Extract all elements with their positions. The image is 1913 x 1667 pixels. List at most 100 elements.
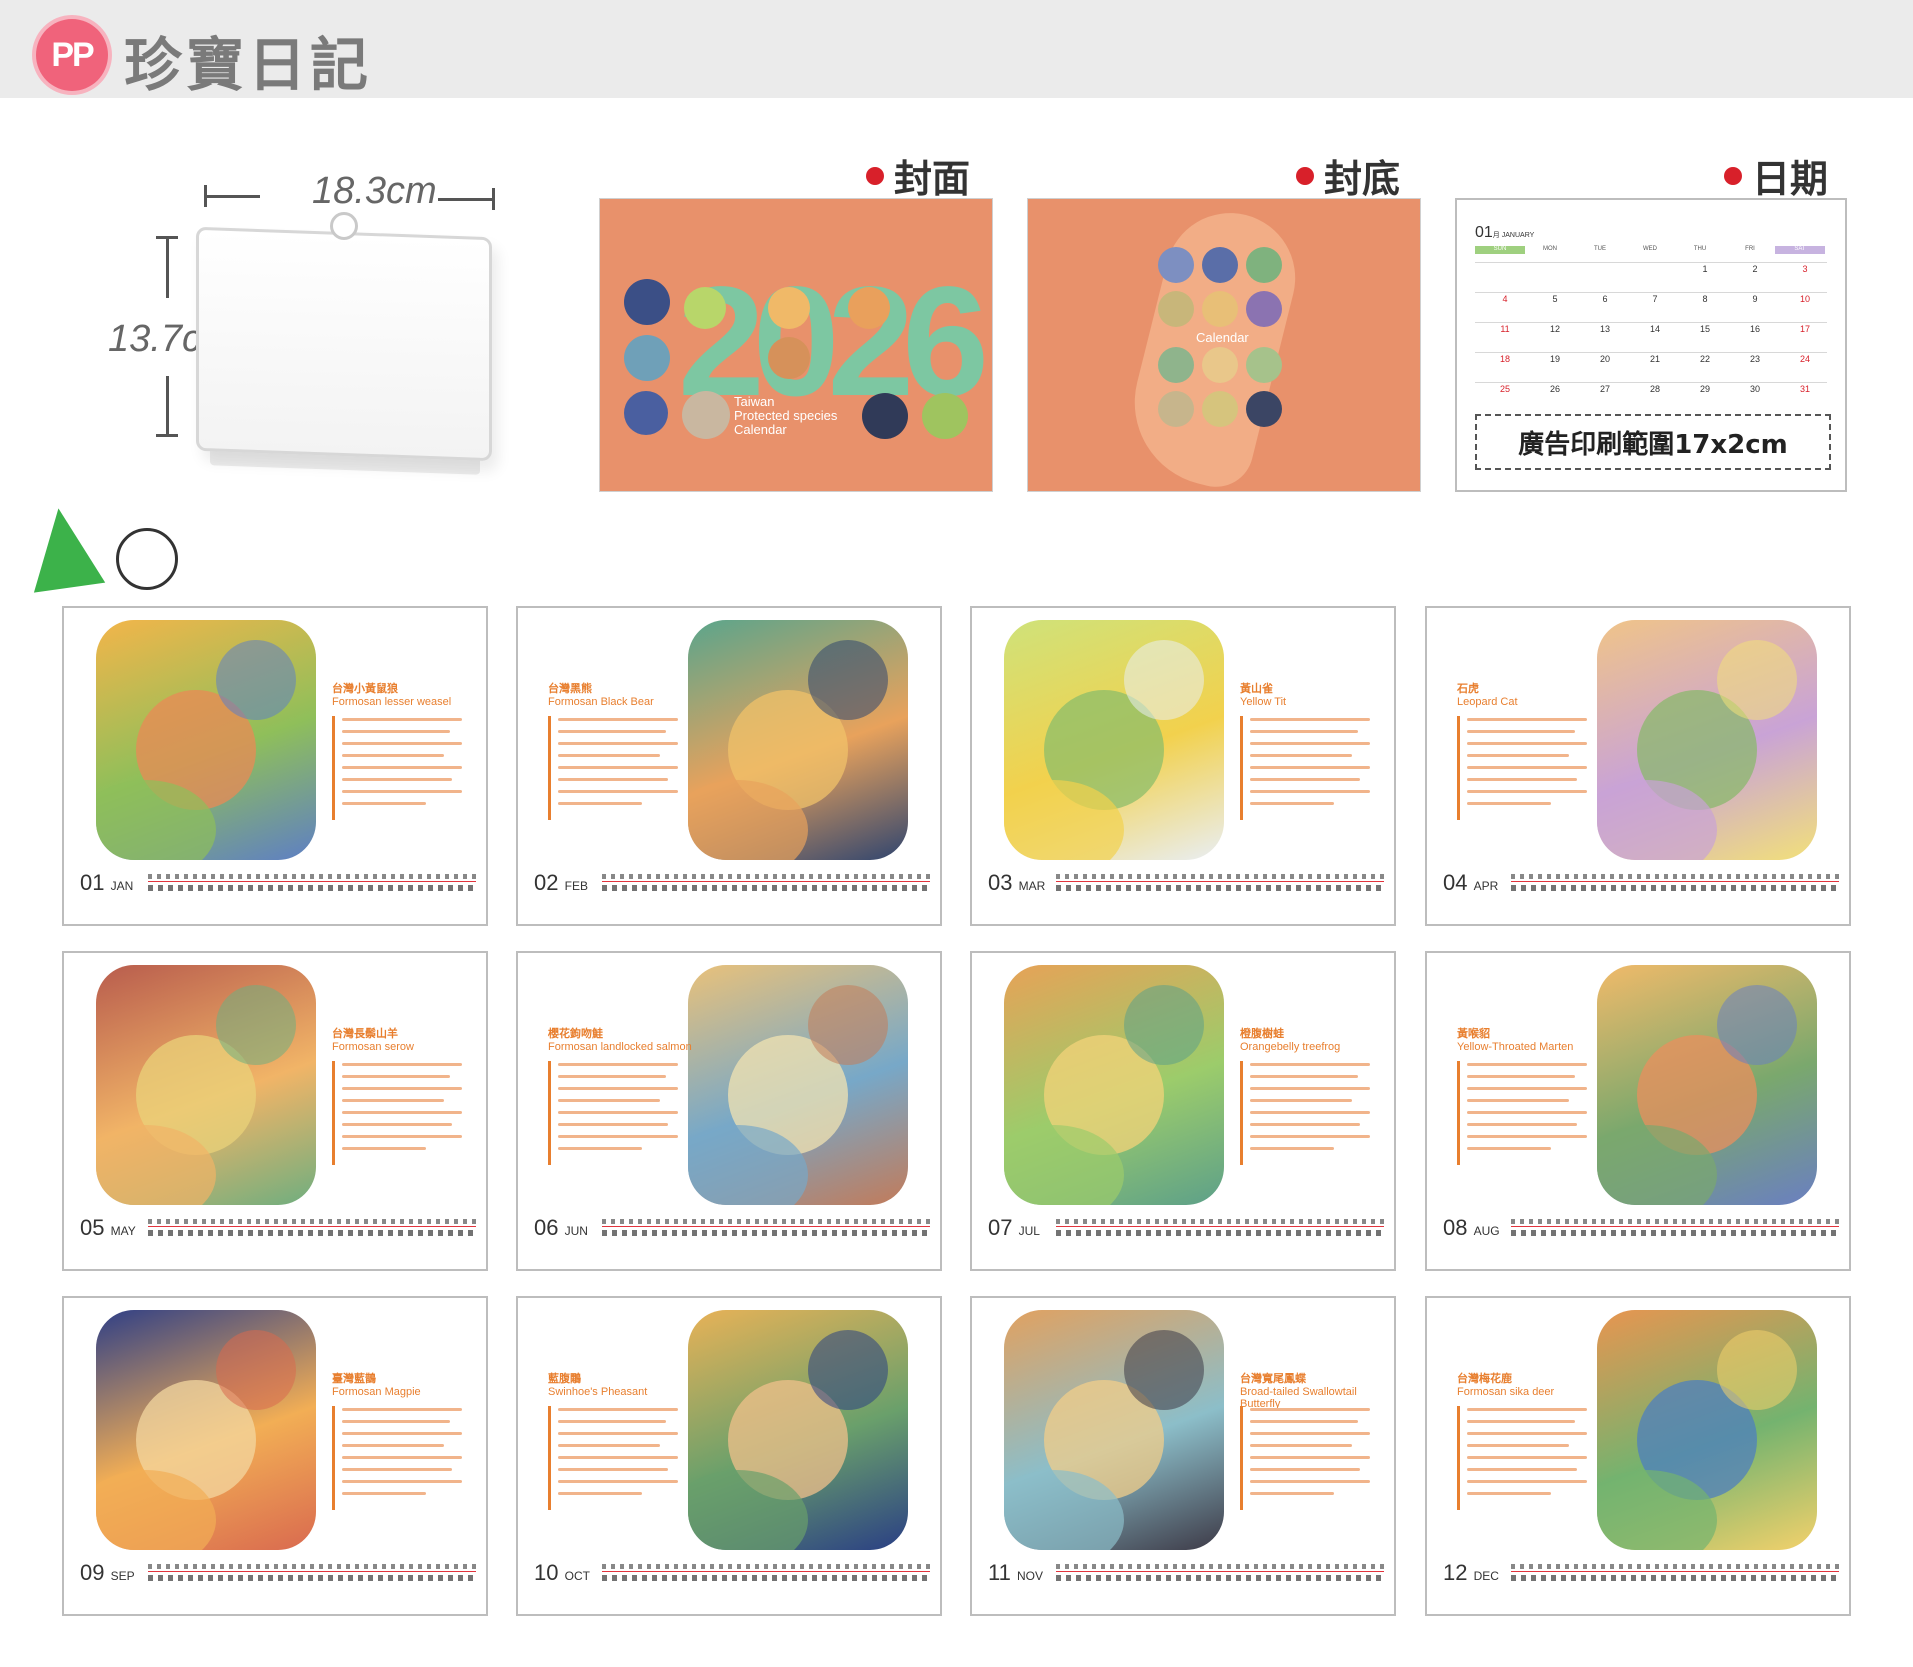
- weekday-header: MON: [1543, 246, 1557, 252]
- illustration-shape: [1124, 1330, 1204, 1410]
- species-illustration: [1597, 965, 1817, 1205]
- width-dimension-line-left: [204, 195, 260, 198]
- species-name-cn: 橙腹樹蛙: [1240, 1027, 1284, 1040]
- bullet-dot-icon: [1296, 166, 1314, 185]
- species-name-en: Swinhoe's Pheasant: [548, 1386, 648, 1398]
- month-page-mar: 黃山雀 Yellow Tit 03 MAR: [970, 606, 1396, 926]
- species-name-en: Formosan serow: [332, 1041, 414, 1053]
- taiwan-silhouette: [1117, 199, 1309, 491]
- illustration-shape: [808, 1330, 888, 1410]
- weekday-header: THU: [1693, 246, 1707, 252]
- species-name-cn: 台灣梅花鹿: [1457, 1372, 1512, 1385]
- date-cell: 6: [1602, 294, 1608, 304]
- description-accent-bar: [1240, 716, 1243, 820]
- month-page-oct: 藍腹鷴 Swinhoe's Pheasant 10 OCT: [516, 1296, 942, 1616]
- date-cell: 27: [1599, 384, 1610, 394]
- description-accent-bar: [1457, 1406, 1460, 1510]
- illustration-shape: [808, 985, 888, 1065]
- day-strip: [1511, 874, 1839, 896]
- description-accent-bar: [1457, 1061, 1460, 1165]
- species-illustration: [1004, 620, 1224, 860]
- day-strip: [1511, 1219, 1839, 1241]
- ad-print-area: 廣告印刷範圍17x2cm: [1475, 414, 1831, 470]
- date-cell: 3: [1802, 264, 1808, 274]
- width-label: 18.3cm: [312, 170, 437, 212]
- species-circle: [624, 391, 668, 435]
- date-cell: 19: [1549, 354, 1560, 364]
- species-circle: [1246, 291, 1282, 327]
- species-description: [342, 718, 462, 814]
- species-name-cn: 藍腹鷴: [548, 1372, 581, 1385]
- species-name-en: Formosan Black Bear: [548, 696, 654, 708]
- species-name-cn: 黃山雀: [1240, 682, 1273, 695]
- day-strip: [602, 1564, 930, 1586]
- date-cell: 23: [1749, 354, 1760, 364]
- description-accent-bar: [332, 716, 335, 820]
- date-cell: 28: [1649, 384, 1660, 394]
- species-description: [558, 718, 678, 814]
- species-name-cn: 台灣長鬃山羊: [332, 1027, 398, 1040]
- species-illustration: [1004, 965, 1224, 1205]
- day-strip: [1056, 874, 1384, 896]
- species-name-en: Orangebelly treefrog: [1240, 1041, 1341, 1053]
- brand-logo: PP: [36, 19, 108, 91]
- species-name-cn: 台灣小黃鼠狼: [332, 682, 398, 695]
- species-name-en: Yellow Tit: [1240, 696, 1287, 708]
- month-label: 12 DEC: [1443, 1560, 1499, 1585]
- month-page-dec: 台灣梅花鹿 Formosan sika deer 12 DEC: [1425, 1296, 1851, 1616]
- species-illustration: [688, 965, 908, 1205]
- species-name-cn: 臺灣藍鵲: [332, 1372, 376, 1385]
- month-label: 04 APR: [1443, 870, 1499, 895]
- species-name-en: Formosan lesser weasel: [332, 696, 452, 708]
- species-illustration: [688, 1310, 908, 1550]
- illustration-shape: [216, 1330, 296, 1410]
- illustration-shape: [1124, 640, 1204, 720]
- calendar-stand: [196, 226, 492, 462]
- species-name-en: Formosan landlocked salmon: [548, 1041, 692, 1053]
- species-circle: [1202, 291, 1238, 327]
- description-accent-bar: [548, 1406, 551, 1510]
- date-cell: 24: [1799, 354, 1810, 364]
- month-label: 05 MAY: [80, 1215, 136, 1240]
- species-description: [342, 1408, 462, 1504]
- species-circle: [862, 393, 908, 439]
- date-cell: 25: [1499, 384, 1510, 394]
- month-label: 09 SEP: [80, 1560, 135, 1585]
- height-dimension-tick-bottom: [156, 434, 178, 437]
- date-cell: 14: [1649, 324, 1660, 334]
- description-accent-bar: [1240, 1406, 1243, 1510]
- species-name-en: Leopard Cat: [1457, 696, 1518, 708]
- species-circle: [848, 287, 890, 329]
- illustration-shape: [216, 640, 296, 720]
- species-circle: [1202, 347, 1238, 383]
- description-accent-bar: [548, 1061, 551, 1165]
- date-cell: 5: [1552, 294, 1558, 304]
- month-page-jan: 台灣小黃鼠狼 Formosan lesser weasel 01 JAN: [62, 606, 488, 926]
- section-label-date: 日期: [1724, 148, 1828, 203]
- species-circle: [682, 391, 730, 439]
- month-page-apr: 石虎 Leopard Cat 04 APR: [1425, 606, 1851, 926]
- date-cell: 11: [1500, 324, 1510, 334]
- species-circle: [768, 287, 810, 329]
- description-accent-bar: [332, 1406, 335, 1510]
- day-strip: [1511, 1564, 1839, 1586]
- date-row-divider: [1475, 322, 1827, 323]
- species-circle: [1158, 247, 1194, 283]
- species-description: [342, 1063, 462, 1159]
- section-label-front: 封面: [866, 148, 970, 203]
- species-name-en: Formosan sika deer: [1457, 1386, 1555, 1398]
- weekday-header: FRI: [1745, 246, 1755, 252]
- species-circle: [1246, 391, 1282, 427]
- illustration-shape: [1717, 1330, 1797, 1410]
- date-cell: 17: [1799, 324, 1810, 334]
- species-name-en: Broad-tailed Swallowtail Butterfly: [1240, 1386, 1357, 1410]
- species-circle: [684, 287, 726, 329]
- month-page-nov: 台灣寬尾鳳蝶 Broad-tailed Swallowtail Butterfly…: [970, 1296, 1396, 1616]
- date-cell: 2: [1752, 264, 1758, 274]
- date-cell: 10: [1799, 294, 1810, 304]
- species-circle: [1246, 347, 1282, 383]
- date-month-title: 01月 JANUARY: [1475, 224, 1535, 241]
- weekday-header: SUN: [1475, 246, 1525, 254]
- back-caption: Calendar: [1196, 330, 1249, 345]
- day-strip: [602, 874, 930, 896]
